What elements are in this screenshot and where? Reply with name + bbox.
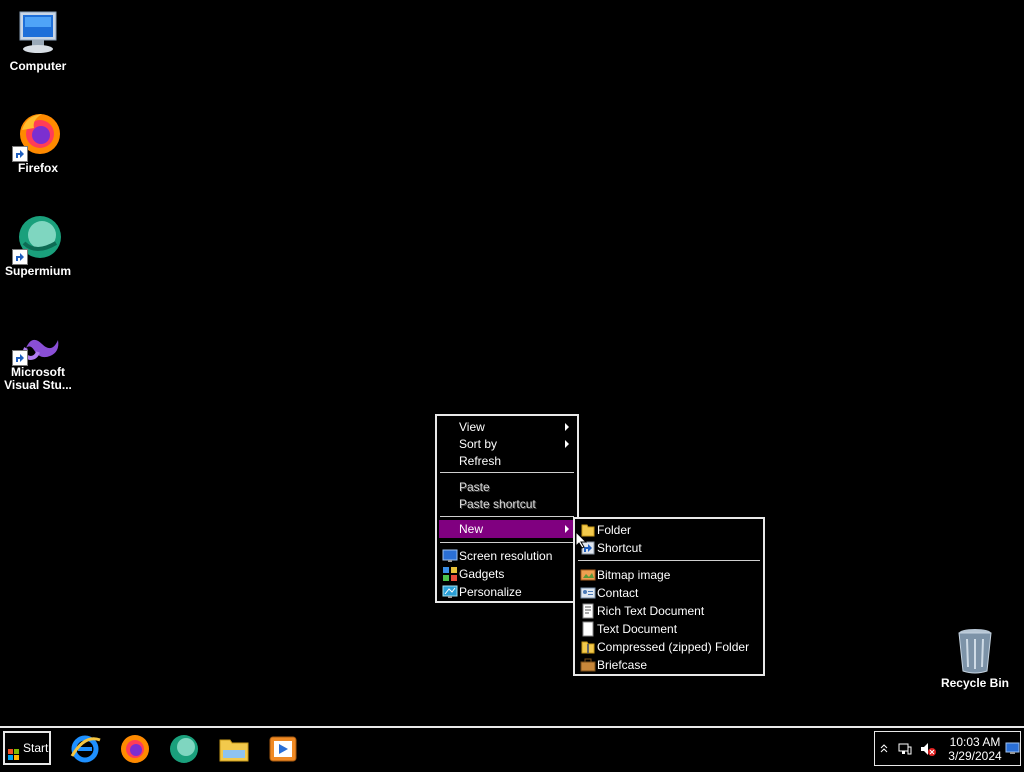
desktop-icon-recycle-bin[interactable]: Recycle Bin [937,625,1013,690]
desktop-icon-label: Firefox [17,161,58,175]
menu-item-new-bitmap[interactable]: Bitmap image [577,566,761,584]
desktop-icon-firefox[interactable]: Firefox [0,110,76,175]
network-icon[interactable] [897,741,913,757]
menu-separator [440,472,574,473]
clock[interactable]: 10:03 AM 3/29/2024 [941,735,1009,763]
firefox-icon [12,110,64,162]
menu-item-paste[interactable]: Paste [439,478,575,496]
shortcut-arrow-icon [12,146,28,162]
supermium-icon[interactable] [167,732,201,766]
show-desktop-icon[interactable] [1005,742,1020,755]
menu-item-gadgets[interactable]: Gadgets [439,565,575,583]
monitor-icon [442,548,458,564]
briefcase-icon [580,657,596,673]
internet-explorer-icon[interactable] [68,732,102,766]
contact-icon [580,585,596,601]
new-submenu: Folder Shortcut Bitmap image Contact Ric… [573,517,765,676]
chevron-right-icon [565,423,569,431]
menu-item-new-contact[interactable]: Contact [577,584,761,602]
bitmap-icon [580,567,596,583]
recycle-bin-icon [949,625,1001,677]
menu-item-personalize[interactable]: Personalize [439,583,575,601]
menu-item-new-shortcut[interactable]: Shortcut [577,539,761,557]
menu-item-view[interactable]: View [439,418,575,436]
chevron-right-icon [565,525,569,533]
show-hidden-icons-chevron-icon[interactable] [879,742,889,754]
mouse-cursor [575,530,588,549]
system-tray: 10:03 AM 3/29/2024 [874,731,1021,766]
clock-date: 3/29/2024 [948,749,1002,763]
menu-item-sort-by[interactable]: Sort by [439,435,575,453]
menu-item-new[interactable]: New [439,520,575,538]
windows-logo-icon [8,742,20,760]
volume-muted-icon[interactable] [919,741,937,757]
taskbar: Start 10:03 AM 3/29/2024 [0,726,1024,768]
start-button[interactable]: Start [3,731,51,765]
personalize-icon [442,584,458,600]
chevron-right-icon [565,440,569,448]
menu-item-new-zipped-folder[interactable]: Compressed (zipped) Folder [577,638,761,656]
zipped-folder-icon [580,639,596,655]
menu-item-new-text-document[interactable]: Text Document [577,620,761,638]
computer-icon [12,8,64,60]
visual-studio-icon [12,326,64,366]
gadgets-icon [442,566,458,582]
menu-item-new-briefcase[interactable]: Briefcase [577,656,761,674]
desktop-icon-visual-studio[interactable]: Microsoft Visual Stu... [0,326,76,392]
desktop-icon-label: Supermium [4,264,71,278]
clock-time: 10:03 AM [949,735,1001,749]
file-explorer-icon[interactable] [217,732,251,766]
shortcut-arrow-icon [12,350,28,366]
text-document-icon [580,621,596,637]
desktop-icon-computer[interactable]: Computer [0,8,76,73]
desktop-icon-supermium[interactable]: Supermium [0,213,76,278]
menu-item-new-folder[interactable]: Folder [577,521,761,539]
desktop-context-menu: View Sort by Refresh Paste Paste shortcu… [435,414,579,603]
menu-separator [578,560,760,561]
media-player-icon[interactable] [266,732,300,766]
desktop[interactable]: Computer Firefox Supermium Microsoft Vis… [0,0,1024,726]
supermium-icon [12,213,64,265]
menu-separator [440,516,574,517]
desktop-icon-label: Visual Stu... [4,378,72,392]
shortcut-arrow-icon [12,249,28,265]
menu-separator [440,542,574,543]
desktop-icon-label: Computer [9,59,67,73]
menu-item-refresh[interactable]: Refresh [439,452,575,470]
firefox-icon[interactable] [118,732,152,766]
menu-item-screen-resolution[interactable]: Screen resolution [439,547,575,565]
desktop-icon-label: Recycle Bin [940,676,1010,690]
menu-item-new-rich-text[interactable]: Rich Text Document [577,602,761,620]
menu-item-paste-shortcut[interactable]: Paste shortcut [439,495,575,513]
rich-text-document-icon [580,603,596,619]
